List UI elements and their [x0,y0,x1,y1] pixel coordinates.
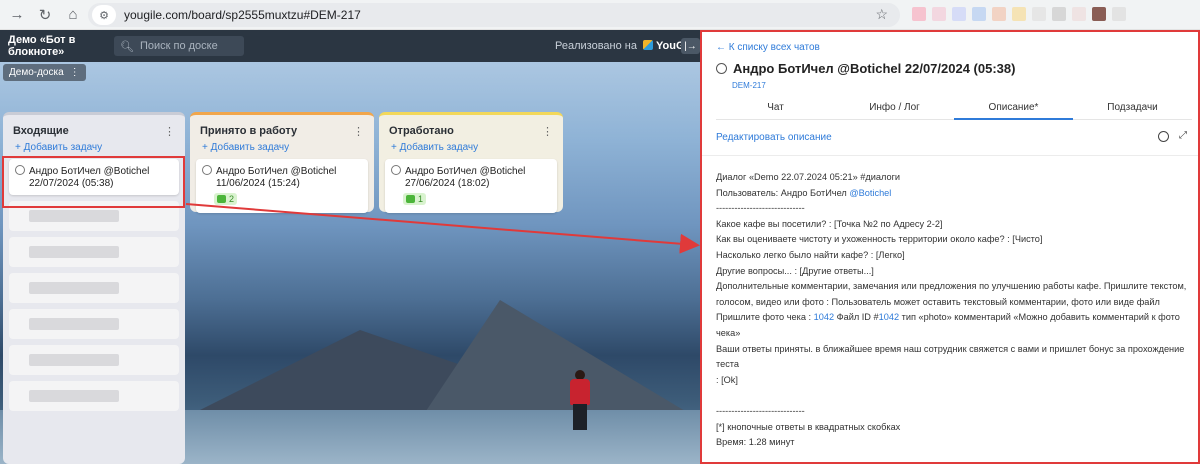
extension-icon[interactable] [992,7,1006,21]
extension-icon[interactable] [932,7,946,21]
board-topbar: Демо «Бот в блокноте» 🔍︎ Поиск по доске … [0,30,700,62]
extension-icon[interactable] [1052,7,1066,21]
blurred-task-card[interactable] [9,237,179,267]
check-circle-icon[interactable] [202,165,212,175]
extension-icon[interactable] [1032,7,1046,21]
search-placeholder: Поиск по доске [139,40,218,52]
tab-chat[interactable]: Чат [716,98,835,119]
file-link[interactable]: 1042 [814,312,834,322]
task-panel: ← К списку всех чатов Андро БотИчел @Bot… [700,30,1200,464]
check-circle-icon[interactable] [391,165,401,175]
divider [702,155,1198,156]
board-area: Демо «Бот в блокноте» 🔍︎ Поиск по доске … [0,30,700,464]
tab-info-log[interactable]: Инфо / Лог [835,98,954,119]
task-date: 27/06/2024 (18:02) [405,177,490,189]
site-settings-icon[interactable]: ⚙ [92,5,116,25]
more-icon[interactable]: ⋮ [70,67,80,78]
extensions-area [912,7,1126,21]
extension-icon[interactable] [1012,7,1026,21]
extension-icon[interactable] [1112,7,1126,21]
column-done: Отработано ⋮ + Добавить задачу Андро БотИ… [379,112,563,213]
column-in-progress: Принято в работу ⋮ + Добавить задачу Андр… [190,112,374,213]
url-text[interactable]: yougile.com/board/sp2555muxtzu#DEM-217 [124,8,361,22]
board-search-input[interactable]: 🔍︎ Поиск по доске [114,36,244,56]
task-title-row: Андро БотИчел @Botichel 22/07/2024 (05:3… [716,61,1015,76]
task-card[interactable]: Андро БотИчел @Botichel 11/06/2024 (15:2… [196,159,368,213]
blurred-task-card[interactable] [9,309,179,339]
check-circle-icon[interactable] [716,63,727,74]
blurred-task-card[interactable] [9,273,179,303]
tab-description[interactable]: Описание* [954,98,1073,120]
column-menu-icon[interactable]: ⋮ [164,125,175,138]
panel-task-title[interactable]: Андро БотИчел @Botichel 22/07/2024 (05:3… [733,61,1015,76]
collapse-panel-icon[interactable]: |→ [681,38,700,54]
blurred-task-card[interactable] [9,345,179,375]
add-task-button[interactable]: + Добавить задачу [379,142,563,159]
description-text: Диалог «Demo 22.07.2024 05:21» #диалоги … [716,172,1187,448]
file-id-link[interactable]: 1042 [879,312,899,322]
task-id[interactable]: DEM-217 [732,81,766,90]
task-title: Андро БотИчел @Botichel [216,166,337,177]
extension-icon[interactable] [1092,7,1106,21]
forward-icon[interactable]: → [6,4,28,26]
task-date: 11/06/2024 (15:24) [216,177,300,189]
task-title: Андро БотИчел @Botichel [405,166,526,177]
extension-icon[interactable] [972,7,986,21]
background-person [567,370,593,430]
chat-badge[interactable]: 2 [214,193,238,206]
extension-icon[interactable] [952,7,966,21]
history-icon[interactable] [1158,131,1169,142]
search-icon: 🔍︎ [120,40,134,53]
edit-description-link[interactable]: Редактировать описание [716,132,832,143]
blurred-task-card[interactable] [9,381,179,411]
fullscreen-icon[interactable]: ⤢ [1179,130,1187,141]
extension-icon[interactable] [1072,7,1086,21]
project-name[interactable]: Демо «Бот в блокноте» [8,34,110,58]
task-card[interactable]: Андро БотИчел @Botichel 27/06/2024 (18:0… [385,159,557,213]
tab-subtasks[interactable]: Подзадачи [1073,98,1192,119]
chat-badge[interactable]: 1 [403,193,427,206]
column-title: Отработано [389,125,454,137]
board-tab[interactable]: Демо-доска ⋮ [3,64,86,81]
column-title: Входящие [13,125,69,137]
bookmark-star-icon[interactable]: ☆ [875,6,888,23]
address-bar[interactable]: ⚙ yougile.com/board/sp2555muxtzu#DEM-217… [88,3,900,27]
highlight-box [2,156,185,208]
background-mountain [420,300,700,420]
back-to-chats-link[interactable]: ← К списку всех чатов [716,42,820,53]
yougile-logo-icon [643,40,654,50]
extension-icon[interactable] [912,7,926,21]
powered-by[interactable]: Реализовано на YouGile [555,40,697,52]
chat-icon [406,195,415,204]
panel-tabs: Чат Инфо / Лог Описание* Подзадачи [716,98,1192,120]
reload-icon[interactable]: ↻ [34,4,56,26]
column-menu-icon[interactable]: ⋮ [542,125,553,138]
add-task-button[interactable]: + Добавить задачу [190,142,374,159]
browser-toolbar: → ↻ ⌂ ⚙ yougile.com/board/sp2555muxtzu#D… [0,0,1200,30]
column-title: Принято в работу [200,125,298,137]
column-menu-icon[interactable]: ⋮ [353,125,364,138]
chat-icon [217,195,226,204]
home-icon[interactable]: ⌂ [62,4,84,26]
user-handle-link[interactable]: @Botichel [849,188,891,198]
